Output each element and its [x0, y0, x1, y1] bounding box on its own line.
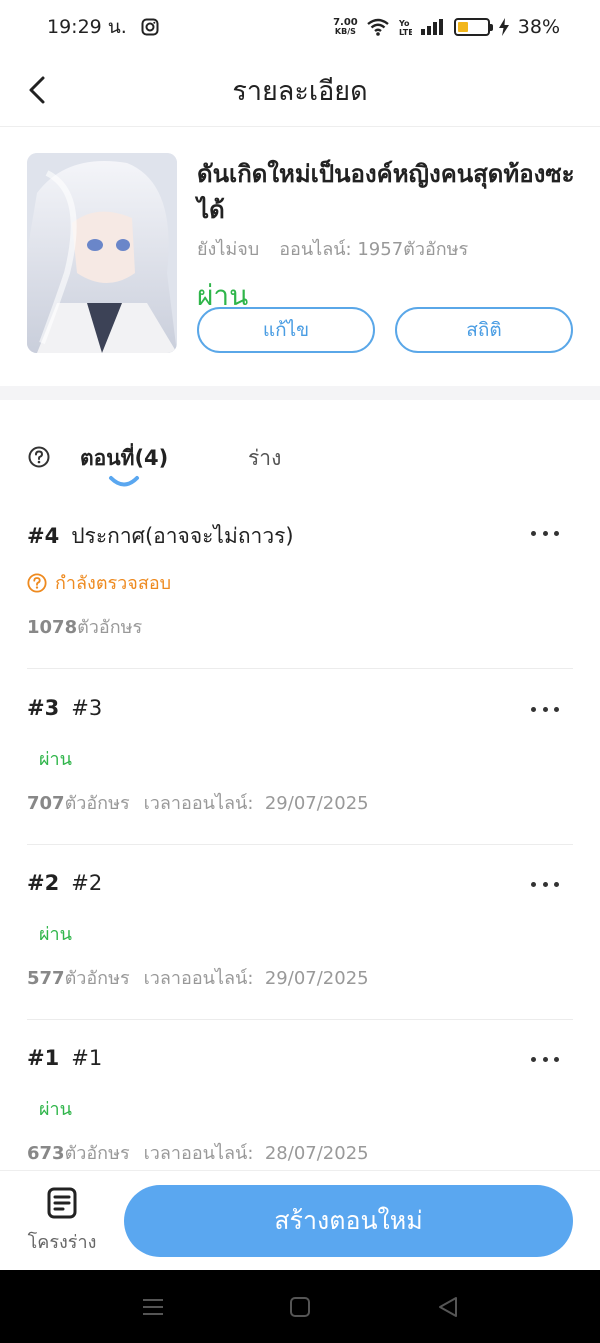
charging-icon: [498, 18, 509, 36]
page-title: รายละเอียด: [232, 75, 368, 107]
book-progress: ยังไม่จบ: [197, 239, 260, 260]
back-button[interactable]: [22, 72, 52, 108]
home-icon[interactable]: [287, 1294, 313, 1320]
menu-icon[interactable]: [140, 1294, 166, 1320]
chapter-status: ผ่าน: [39, 924, 72, 945]
net-speed: 7.00 KB/S: [333, 17, 358, 37]
chapter-tabs: ตอนที่(4) ร่าง: [0, 430, 600, 490]
chapter-title: #3 #3: [27, 696, 102, 720]
divider: [27, 844, 573, 845]
bottom-bar: โครงร่าง สร้างตอนใหม่: [0, 1170, 600, 1270]
help-icon[interactable]: [28, 446, 50, 468]
more-options-button[interactable]: [531, 528, 559, 538]
signal-icon: [420, 19, 443, 35]
more-options-button[interactable]: [531, 879, 559, 889]
stats-button[interactable]: สถิติ: [395, 307, 573, 353]
section-divider: [0, 386, 600, 400]
wifi-icon: [367, 18, 389, 36]
chapter-info: 577ตัวอักษร เวลาออนไลน์: 29/07/2025: [27, 968, 369, 989]
status-time: 19:29 น.: [47, 16, 127, 38]
edit-button[interactable]: แก้ไข: [197, 307, 375, 353]
battery-icon: [453, 18, 493, 36]
chapter-info: 673ตัวอักษร เวลาออนไลน์: 28/07/2025: [27, 1143, 369, 1164]
tab-chapters[interactable]: ตอนที่(4): [80, 442, 168, 475]
back-nav-icon[interactable]: [435, 1294, 461, 1320]
chapter-number: #3: [27, 696, 60, 720]
review-help-icon: [27, 572, 47, 593]
chapter-status: ผ่าน: [39, 749, 72, 770]
chapter-name: #1: [71, 1046, 103, 1070]
svg-text:Yo: Yo: [398, 19, 410, 28]
battery-percent: 38%: [517, 16, 560, 38]
instagram-icon: [141, 18, 159, 36]
chapter-number: #4: [27, 524, 60, 548]
create-chapter-button[interactable]: สร้างตอนใหม่: [124, 1185, 573, 1257]
outline-nav-button[interactable]: โครงร่าง: [20, 1187, 104, 1256]
system-nav-bar: [0, 1270, 600, 1343]
book-online-count: ออนไลน์: 1957ตัวอักษร: [279, 239, 469, 260]
document-icon: [47, 1187, 77, 1219]
chapter-status: ผ่าน: [39, 1099, 72, 1120]
chevron-left-icon: [29, 76, 45, 104]
chapter-info: 1078ตัวอักษร: [27, 617, 143, 638]
svg-text:LTE: LTE: [399, 28, 412, 37]
chapter-number: #2: [27, 871, 60, 895]
book-info: ดันเกิดใหม่เป็นองค์หญิงคนสุดท้องซะได้ ยั…: [0, 128, 600, 386]
chapter-title: #2 #2: [27, 871, 102, 895]
volte-icon: Yo LTE: [398, 19, 412, 37]
app-header: รายละเอียด: [0, 54, 600, 127]
chapter-info: 707ตัวอักษร เวลาออนไลน์: 29/07/2025: [27, 793, 369, 814]
outline-nav-label: โครงร่าง: [27, 1232, 97, 1253]
book-title: ดันเกิดใหม่เป็นองค์หญิงคนสุดท้องซะได้: [197, 160, 575, 224]
book-cover-image[interactable]: [27, 153, 177, 353]
tab-indicator: [109, 476, 139, 487]
chapter-status: กำลังตรวจสอบ: [27, 568, 171, 597]
chapter-title: #1 #1: [27, 1046, 102, 1070]
chapter-name: ประกาศ(อาจจะไม่ถาวร): [71, 524, 294, 548]
status-bar: 19:29 น. 7.00 KB/S Yo LTE 38%: [0, 0, 600, 54]
more-options-button[interactable]: [531, 704, 559, 714]
book-meta: ยังไม่จบ ออนไลน์: 1957ตัวอักษร: [197, 234, 468, 263]
chapter-title: #4 ประกาศ(อาจจะไม่ถาวร): [27, 520, 294, 553]
more-options-button[interactable]: [531, 1054, 559, 1064]
tab-drafts[interactable]: ร่าง: [248, 442, 281, 475]
divider: [27, 668, 573, 669]
chapter-name: #2: [71, 871, 103, 895]
chapter-number: #1: [27, 1046, 60, 1070]
divider: [27, 1019, 573, 1020]
chapter-name: #3: [71, 696, 103, 720]
